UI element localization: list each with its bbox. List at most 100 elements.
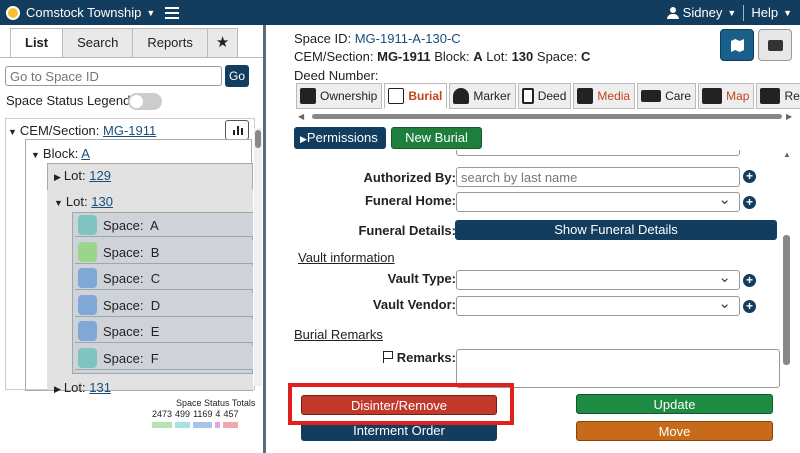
flag-icon[interactable] [382, 351, 393, 363]
move-button[interactable]: Move [576, 421, 773, 441]
tab-reports[interactable]: Reports [132, 28, 208, 58]
funeral-home-select[interactable] [456, 190, 740, 212]
app-title[interactable]: Comstock Township [26, 5, 141, 20]
add-vault-vendor-icon[interactable]: + [743, 300, 756, 313]
status-total: 4 [215, 409, 221, 428]
status-totals: 2473 499 1169 4 457 [152, 409, 239, 428]
vault-info-heading: Vault information [298, 250, 395, 265]
scroll-left-icon[interactable]: ◀ [298, 112, 304, 121]
permissions-button[interactable]: ▶Permissions [294, 127, 386, 149]
tree-space-row[interactable]: Space: D [75, 292, 253, 317]
print-button[interactable] [758, 29, 792, 61]
caret-right-icon[interactable]: ▶ [54, 384, 61, 395]
tab-care[interactable]: Care [637, 83, 697, 109]
chart-icon[interactable] [225, 120, 249, 140]
status-total: 1169 [193, 409, 213, 428]
tree-space-row[interactable]: Space: C [75, 266, 253, 290]
caret-down-icon[interactable]: ▼ [8, 127, 17, 137]
go-button[interactable]: Go [225, 65, 249, 87]
chevron-down-icon[interactable]: ▼ [146, 8, 155, 18]
hamburger-menu-icon[interactable] [165, 6, 180, 19]
vault-vendor-label: Vault Vendor: [372, 297, 456, 312]
space-id-line: Space ID: MG-1911-A-130-C [294, 31, 461, 46]
deed-number-label: Deed Number: [294, 68, 379, 83]
tree-space-row[interactable]: Space: B [75, 239, 253, 264]
status-total: 2473 [152, 409, 173, 428]
lot-link[interactable]: 131 [89, 380, 111, 395]
tree-lot-row[interactable]: ▶ Lot: 131 [54, 380, 111, 395]
authorized-by-input[interactable] [456, 167, 740, 187]
vault-type-select[interactable] [456, 268, 740, 290]
space-label: Space: F [103, 350, 159, 366]
space-label: Space: C [103, 271, 161, 286]
chevron-down-icon[interactable]: ▼ [783, 8, 792, 18]
money-icon [641, 90, 662, 102]
vault-vendor-select[interactable] [456, 294, 740, 316]
add-vault-type-icon[interactable]: + [743, 274, 756, 287]
chevron-down-icon[interactable]: ▼ [727, 8, 736, 18]
map-pin-icon [78, 215, 97, 235]
go-to-space-input[interactable] [5, 66, 222, 86]
totals-title: Space Status Totals [176, 398, 256, 408]
tree-space-row[interactable]: Space: E [75, 319, 253, 343]
tree-cem-row[interactable]: ▼ CEM/Section: MG-1911 [8, 123, 156, 138]
divider [743, 4, 745, 21]
tab-burial[interactable]: Burial [384, 83, 448, 109]
tab-marker[interactable]: Marker [449, 83, 516, 109]
tab-search[interactable]: Search [62, 28, 134, 58]
lot-link[interactable]: 130 [91, 194, 113, 209]
top-bar: Comstock Township ▼ Sidney ▼ Help ▼ [0, 0, 800, 25]
space-label: Space: E [103, 324, 160, 339]
space-label: Space: D [103, 297, 161, 313]
new-burial-button[interactable]: New Burial [391, 127, 482, 149]
map-pin-icon [78, 241, 97, 262]
remarks-label: Remarks: [382, 350, 456, 365]
vault-type-label: Vault Type: [387, 271, 456, 286]
space-label: Space: A [103, 218, 159, 233]
tabs-scrollbar[interactable]: ◀ ▶ [296, 112, 796, 121]
cem-link[interactable]: MG-1911 [103, 123, 156, 138]
funeral-home-label: Funeral Home: [364, 193, 456, 208]
tab-deed[interactable]: Deed [517, 83, 572, 109]
tab-favorites-star-icon[interactable]: ★ [206, 28, 239, 58]
tree-space-row[interactable]: Space: A [75, 213, 253, 237]
scroll-right-icon[interactable]: ▶ [786, 112, 792, 121]
scroll-up-icon[interactable]: ▲ [783, 150, 791, 159]
person-icon [388, 88, 405, 104]
add-funeral-home-icon[interactable]: + [743, 196, 756, 209]
people-icon [300, 88, 316, 104]
tree-lot-row[interactable]: ▶ Lot: 129 [54, 168, 111, 183]
form-scrollbar[interactable]: ▲ [782, 150, 792, 450]
lot-link[interactable]: 129 [89, 168, 111, 183]
tree-lot-row[interactable]: ▼ Lot: 130 [54, 194, 113, 209]
block-link[interactable]: A [81, 146, 90, 161]
township-logo-icon [6, 5, 20, 20]
caret-down-icon[interactable]: ▼ [31, 150, 40, 160]
update-button[interactable]: Update [576, 394, 773, 414]
authorized-by-label: Authorized By: [363, 170, 456, 185]
tab-media[interactable]: Media [573, 83, 636, 109]
help-menu[interactable]: Help [751, 5, 778, 20]
caret-down-icon[interactable]: ▼ [54, 198, 63, 208]
funeral-details-label: Funeral Details: [358, 223, 456, 238]
tab-reports[interactable]: Rep [756, 83, 800, 109]
tab-ownership[interactable]: Ownership [296, 83, 383, 109]
tab-map[interactable]: Map [698, 83, 755, 109]
status-total: 457 [223, 409, 239, 428]
status-legend-toggle[interactable] [128, 93, 162, 110]
user-menu[interactable]: Sidney [683, 5, 723, 20]
tree-scrollbar[interactable] [254, 128, 262, 386]
media-icon [577, 88, 594, 104]
show-funeral-details-button[interactable]: Show Funeral Details [455, 220, 777, 240]
burial-remarks-heading: Burial Remarks [294, 327, 383, 342]
caret-right-icon[interactable]: ▶ [54, 172, 61, 183]
map-button[interactable] [720, 29, 754, 61]
user-icon [666, 6, 679, 19]
tree-block-row[interactable]: ▼ Block: A [31, 146, 90, 161]
status-total: 499 [175, 409, 191, 428]
tree-space-row[interactable]: Space: F [75, 345, 253, 370]
partial-field[interactable] [456, 150, 740, 156]
add-authorized-icon[interactable]: + [743, 170, 756, 183]
list-icon [760, 88, 781, 104]
tab-list[interactable]: List [10, 28, 64, 58]
